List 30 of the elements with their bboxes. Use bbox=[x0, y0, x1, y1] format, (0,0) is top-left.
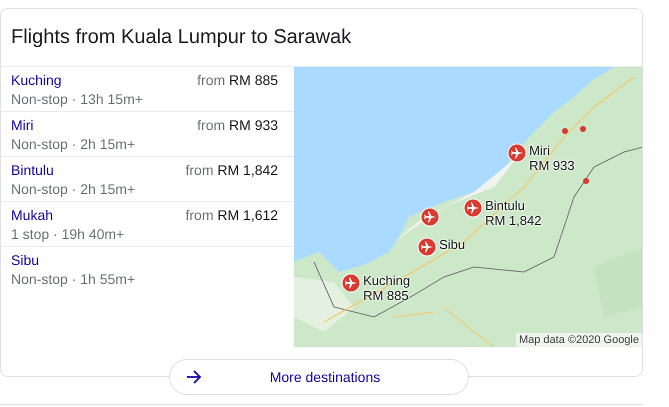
price-text: from RM 1,612 bbox=[185, 207, 278, 224]
map-attribution: Map data ©2020 Google bbox=[516, 333, 642, 347]
price-text: from RM 1,842 bbox=[185, 162, 278, 179]
pin-price: RM 1,842 bbox=[485, 213, 542, 228]
flight-details: Non-stop · 2h 15m+ bbox=[11, 181, 136, 198]
flight-details: Non-stop · 2h 15m+ bbox=[11, 136, 136, 153]
pin-label: Kuching bbox=[363, 273, 410, 288]
city-link[interactable]: Bintulu bbox=[11, 162, 54, 179]
map[interactable]: Miri RM 933 Bintulu RM 1,842 Sibu Kuching RM 885 Map data ©2020 Google bbox=[294, 67, 642, 347]
city-link[interactable]: Sibu bbox=[11, 252, 40, 269]
airplane-icon[interactable] bbox=[463, 198, 484, 218]
airplane-icon[interactable] bbox=[507, 143, 528, 163]
city-link[interactable]: Miri bbox=[11, 117, 34, 134]
price-text: from RM 885 bbox=[197, 72, 278, 89]
pin-label: Miri bbox=[529, 143, 552, 158]
airplane-icon[interactable] bbox=[341, 273, 362, 293]
airplane-icon[interactable] bbox=[417, 237, 438, 257]
city-link[interactable]: Mukah bbox=[11, 207, 54, 224]
flight-details: Non-stop · 13h 15m+ bbox=[11, 91, 144, 108]
city-link[interactable]: Kuching bbox=[11, 72, 62, 89]
pin-price: RM 933 bbox=[529, 158, 575, 173]
arrow-right-icon bbox=[186, 370, 202, 384]
pin-label: Sibu bbox=[439, 237, 466, 252]
price-text: from RM 933 bbox=[197, 117, 278, 134]
pin-price: RM 885 bbox=[363, 288, 410, 303]
flight-details: 1 stop · 19h 40m+ bbox=[11, 226, 126, 243]
pin-label: Bintulu bbox=[485, 198, 526, 213]
flight-details: Non-stop · 1h 55m+ bbox=[11, 271, 136, 288]
airplane-icon[interactable] bbox=[420, 207, 440, 227]
more-destinations-button[interactable]: More destinations bbox=[169, 359, 469, 395]
